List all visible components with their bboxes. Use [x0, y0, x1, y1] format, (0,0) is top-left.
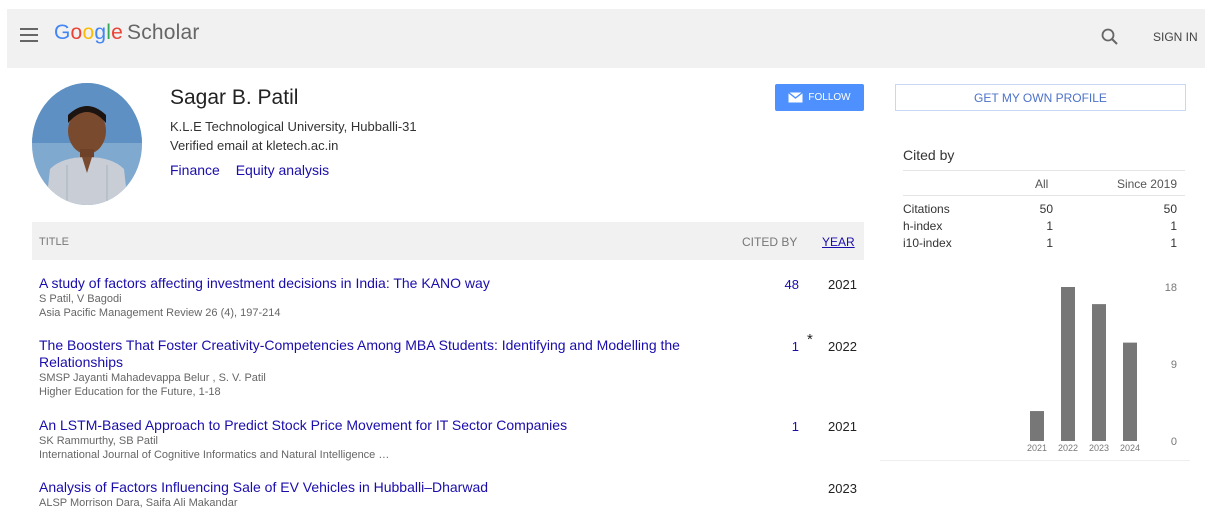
- follow-label: FOLLOW: [808, 92, 851, 103]
- interest-finance-link[interactable]: Finance: [170, 162, 220, 178]
- stat-label[interactable]: Citations: [903, 202, 950, 216]
- google-scholar-logo[interactable]: Google Scholar: [54, 21, 200, 45]
- follow-button[interactable]: FOLLOW: [775, 84, 864, 111]
- x-tick-label: 2021: [1027, 443, 1047, 453]
- x-tick-label: 2022: [1058, 443, 1078, 453]
- article-title-link[interactable]: Analysis of Factors Influencing Sale of …: [39, 479, 729, 496]
- cited-by-count-link[interactable]: 48: [759, 277, 799, 292]
- article-title-link[interactable]: A study of factors affecting investment …: [39, 275, 729, 292]
- article-authors: ALSP Morrison Dara, Saifa Ali Makandar: [39, 497, 238, 509]
- stat-all-value: 1: [1046, 236, 1053, 250]
- cited-by-header[interactable]: CITED BY: [742, 235, 797, 249]
- citations-bar-chart: 2021 2022 2023 2024 0 9 18: [1027, 282, 1177, 453]
- stat-label[interactable]: h-index: [903, 219, 942, 233]
- cited-by-heading: Cited by: [903, 147, 955, 163]
- research-interests: Finance Equity analysis: [170, 162, 341, 178]
- x-tick-label: 2023: [1089, 443, 1109, 453]
- since-2019-column-header[interactable]: Since 2019: [1117, 177, 1177, 191]
- get-my-own-profile-button[interactable]: GET MY OWN PROFILE: [895, 84, 1186, 111]
- article-year: 2023: [828, 481, 857, 496]
- profile-affiliation: K.L.E Technological University, Hubballi…: [170, 119, 417, 134]
- stat-label[interactable]: i10-index: [903, 236, 952, 250]
- stat-since-value: 1: [1170, 236, 1177, 250]
- merged-citations-star-icon: *: [807, 331, 813, 348]
- title-sort-header[interactable]: TITLE: [39, 236, 69, 248]
- articles-table-header: TITLE CITED BY YEAR: [32, 222, 864, 260]
- stat-since-value: 1: [1170, 219, 1177, 233]
- y-tick-label: 0: [1171, 436, 1177, 448]
- citation-stat-row: Citations 50 50: [903, 202, 1177, 219]
- article-authors: SMSP Jayanti Mahadevappa Belur , S. V. P…: [39, 372, 266, 384]
- article-title-link[interactable]: An LSTM-Based Approach to Predict Stock …: [39, 417, 729, 434]
- interest-equity-analysis-link[interactable]: Equity analysis: [236, 162, 329, 178]
- cited-by-count-link[interactable]: 1: [759, 339, 799, 354]
- stat-all-value: 1: [1046, 219, 1053, 233]
- search-icon[interactable]: [1100, 27, 1120, 47]
- top-app-bar: Google Scholar SIGN IN: [7, 9, 1205, 68]
- hamburger-menu-icon[interactable]: [20, 28, 38, 42]
- article-venue: International Journal of Cognitive Infor…: [39, 449, 390, 461]
- profile-name: Sagar B. Patil: [170, 86, 299, 109]
- y-tick-label: 18: [1165, 282, 1177, 294]
- citation-bar-2021[interactable]: [1030, 411, 1044, 441]
- article-row: An LSTM-Based Approach to Predict Stock …: [39, 417, 864, 462]
- article-venue: Higher Education for the Future, 1-18: [39, 386, 221, 398]
- sign-in-link[interactable]: SIGN IN: [1153, 30, 1198, 44]
- y-tick-label: 9: [1171, 359, 1177, 371]
- envelope-icon: [788, 91, 804, 103]
- cited-by-count-link[interactable]: 1: [759, 419, 799, 434]
- profile-photo: [32, 83, 142, 205]
- article-year: 2021: [828, 419, 857, 434]
- citation-stat-row: h-index 1 1: [903, 219, 1177, 236]
- article-venue: Asia Pacific Management Review 26 (4), 1…: [39, 307, 281, 319]
- article-row: A study of factors affecting investment …: [39, 275, 864, 320]
- article-year: 2021: [828, 277, 857, 292]
- article-year: 2022: [828, 339, 857, 354]
- citation-bar-2022[interactable]: [1061, 287, 1075, 441]
- citations-per-year-chart: 2021 2022 2023 2024 0 9 18: [880, 280, 1190, 461]
- year-sort-header[interactable]: YEAR: [822, 235, 855, 249]
- article-authors: SK Rammurthy, SB Patil: [39, 435, 158, 447]
- citation-stats-header: All Since 2019: [903, 170, 1185, 196]
- article-authors: S Patil, V Bagodi: [39, 293, 122, 305]
- article-title-link[interactable]: The Boosters That Foster Creativity-Comp…: [39, 337, 729, 371]
- stat-all-value: 50: [1039, 202, 1053, 216]
- x-tick-label: 2024: [1120, 443, 1140, 453]
- stat-since-value: 50: [1163, 202, 1177, 216]
- article-row: Analysis of Factors Influencing Sale of …: [39, 479, 864, 510]
- citation-bar-2024[interactable]: [1123, 342, 1137, 441]
- profile-email: Verified email at kletech.ac.in: [170, 138, 339, 153]
- citation-bar-2023[interactable]: [1092, 304, 1106, 441]
- article-row: The Boosters That Foster Creativity-Comp…: [39, 331, 864, 399]
- all-column-header: All: [1035, 177, 1049, 191]
- citation-stat-row: i10-index 1 1: [903, 236, 1177, 253]
